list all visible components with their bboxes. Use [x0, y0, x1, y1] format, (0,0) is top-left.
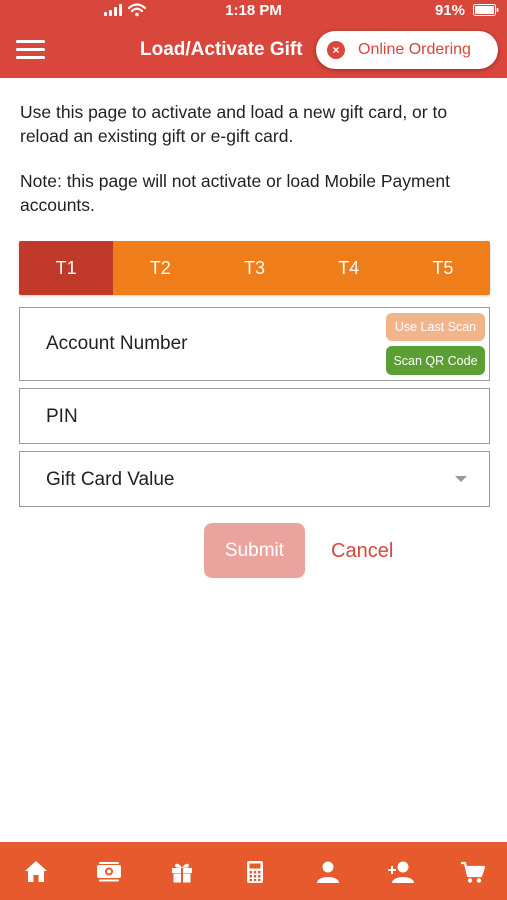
use-last-scan-button[interactable]: Use Last Scan	[386, 313, 485, 341]
calculator-icon[interactable]	[242, 859, 268, 885]
tab-t2[interactable]: T2	[113, 241, 207, 295]
money-icon[interactable]	[96, 859, 122, 885]
bottom-nav	[0, 842, 507, 900]
gift-card-value-select[interactable]: Gift Card Value	[19, 451, 490, 507]
online-ordering-label: Online Ordering	[358, 41, 471, 58]
tab-bar: T1 T2 T3 T4 T5	[19, 241, 490, 295]
menu-icon[interactable]	[16, 40, 45, 60]
intro-text: Use this page to activate and load a new…	[20, 102, 448, 146]
cart-icon[interactable]	[460, 859, 486, 885]
submit-button[interactable]: Submit	[204, 523, 305, 578]
status-bar: 1:18 PM 91%	[0, 0, 507, 22]
tab-t5[interactable]: T5	[396, 241, 490, 295]
close-icon[interactable]: ×	[327, 41, 345, 59]
account-number-field[interactable]: Account Number Use Last Scan Scan QR Cod…	[19, 307, 490, 381]
tab-t3[interactable]: T3	[207, 241, 301, 295]
battery-icon	[473, 4, 499, 16]
user-icon[interactable]	[315, 859, 341, 885]
note-text: Note: this page will not activate or loa…	[20, 171, 450, 215]
pin-field[interactable]: PIN	[19, 388, 490, 444]
home-icon[interactable]	[23, 859, 49, 885]
page-title: Load/Activate Gift	[140, 39, 303, 60]
online-ordering-button[interactable]: × Online Ordering	[316, 31, 498, 69]
cancel-button[interactable]: Cancel	[331, 540, 393, 563]
chevron-down-icon	[455, 476, 467, 482]
battery-percentage: 91%	[434, 2, 465, 19]
gift-card-value-placeholder: Gift Card Value	[46, 469, 175, 490]
nav-bar: Load/Activate Gift × Online Ordering	[0, 22, 507, 78]
status-time: 1:18 PM	[225, 2, 282, 19]
account-number-placeholder: Account Number	[46, 333, 188, 354]
add-user-icon[interactable]	[388, 859, 414, 885]
tab-t1[interactable]: T1	[19, 241, 114, 295]
gift-icon[interactable]	[169, 859, 195, 885]
tab-t4[interactable]: T4	[302, 241, 396, 295]
scan-qr-code-button[interactable]: Scan QR Code	[386, 346, 485, 375]
pin-placeholder: PIN	[46, 406, 78, 427]
